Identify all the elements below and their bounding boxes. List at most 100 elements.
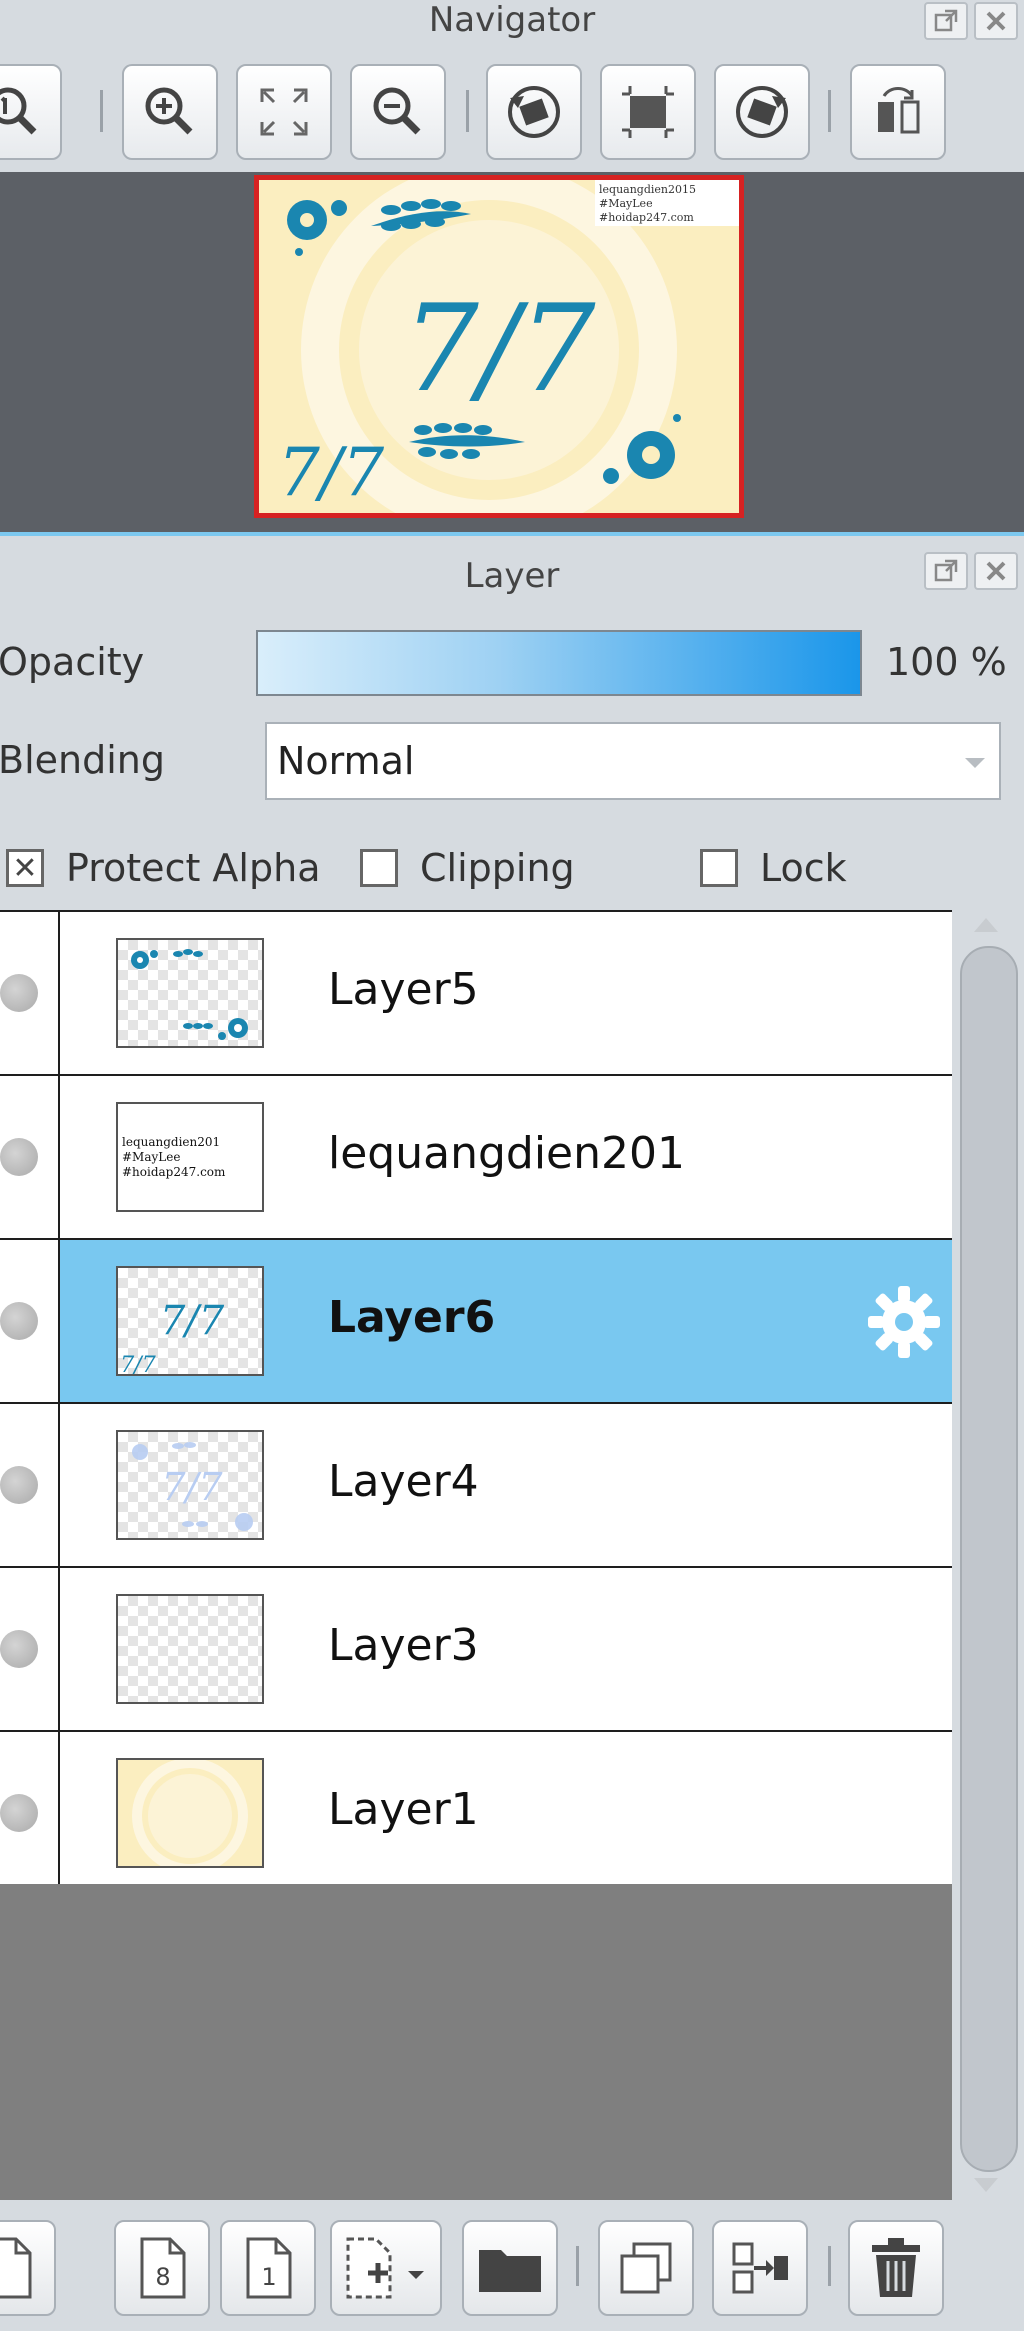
thumb-big-text: 7/7 [161,1465,223,1509]
layer-name: Layer6 [328,1292,496,1343]
gear-icon[interactable] [864,1282,944,1362]
layer-window-buttons [924,552,1018,590]
blending-select[interactable]: Normal [265,722,1001,800]
thumb-text-line: #MayLee [122,1150,180,1164]
layer-name: lequangdien201 [328,1128,685,1179]
protect-alpha-label: Protect Alpha [66,846,321,890]
layer-list-empty-area[interactable] [0,1884,952,2200]
thumb-text-line: #hoidap247.com [122,1165,226,1179]
opacity-slider[interactable] [256,630,862,696]
protect-alpha-checkbox[interactable]: ✕ Protect Alpha [6,846,320,890]
flip-horizontal-icon [878,87,920,134]
zoom-actual-icon [0,87,37,135]
close-icon[interactable] [974,2,1018,40]
blending-value: Normal [277,739,415,783]
visibility-cell[interactable] [0,1076,60,1238]
visibility-cell[interactable] [0,1404,60,1566]
rotate-left-button[interactable] [486,64,582,160]
layer-list[interactable]: Layer5 lequangdien201 #MayLee #hoidap247… [0,910,952,1884]
navigator-title: Navigator [0,0,1024,42]
toolbar-separator [828,2246,831,2286]
layer-bottom-toolbar: 8 1 [0,2200,1024,2331]
add-layer-dropdown-icon [346,2237,424,2299]
lock-checkbox[interactable]: Lock [700,846,847,890]
reset-view-icon [622,86,674,138]
toolbar-separator [100,90,103,132]
scroll-down-icon[interactable] [974,2178,998,2192]
new-folder-icon [479,2250,541,2292]
clipping-label: Clipping [420,846,575,890]
layer-list-scrollbar[interactable] [952,910,1024,2200]
layer-row-selected[interactable]: 7/7 7/7 Layer6 [0,1238,952,1402]
layer-row[interactable]: 7/7 Layer4 [0,1402,952,1566]
zoom-out-icon [373,87,421,135]
toolbar-separator [576,2246,579,2286]
visibility-toggle-icon[interactable] [0,1794,38,1832]
zoom-actual-button[interactable] [0,64,62,160]
layer-thumbnail [116,1758,264,1868]
visibility-cell[interactable] [0,912,60,1074]
visibility-toggle-icon[interactable] [0,1138,38,1176]
scroll-up-icon[interactable] [974,918,998,932]
visibility-toggle-icon[interactable] [0,974,38,1012]
canvas-preview-image: lequangdien2015 #MayLee #hoidap247.com 7… [259,180,739,513]
navigator-canvas[interactable]: lequangdien2015 #MayLee #hoidap247.com 7… [0,172,1024,532]
visibility-toggle-icon[interactable] [0,1630,38,1668]
zoom-out-button[interactable] [350,64,446,160]
preview-small-text: 7/7 [278,434,384,511]
toolbar-separator [828,90,831,132]
delete-layer-icon [872,2238,920,2297]
layer-row[interactable]: Layer3 [0,1566,952,1730]
preview-watermark-line: #MayLee [599,197,653,210]
visibility-cell[interactable] [0,1240,60,1402]
new-1bit-layer-button[interactable]: 1 [220,2220,316,2316]
layer-name: Layer1 [328,1784,479,1835]
layer-row[interactable]: Layer1 [0,1730,952,1884]
scrollbar-thumb[interactable] [960,946,1018,2172]
visibility-cell[interactable] [0,1732,60,1884]
new-folder-button[interactable] [462,2220,558,2316]
duplicate-layer-icon [620,2242,672,2294]
delete-layer-button[interactable] [848,2220,944,2316]
checkbox-icon[interactable] [360,849,398,887]
checkbox-icon[interactable] [700,849,738,887]
thumb-big-text: 7/7 [160,1298,225,1344]
layer-thumbnail [116,938,264,1048]
blending-label: Blending [0,738,165,782]
close-icon[interactable] [974,552,1018,590]
undock-icon[interactable] [924,552,968,590]
thumb-small-text: 7/7 [120,1353,155,1376]
checkbox-checked-icon[interactable]: ✕ [6,849,44,887]
new-layer-button[interactable] [0,2220,56,2316]
undock-icon[interactable] [924,2,968,40]
layer-thumbnail: lequangdien201 #MayLee #hoidap247.com [116,1102,264,1212]
rotate-right-button[interactable] [714,64,810,160]
duplicate-layer-button[interactable] [598,2220,694,2316]
layer-thumbnail: 7/7 7/7 [116,1266,264,1376]
merge-layer-button[interactable] [712,2220,808,2316]
layer-row[interactable]: lequangdien201 #MayLee #hoidap247.com le… [0,1074,952,1238]
clipping-checkbox[interactable]: Clipping [360,846,575,890]
thumb-text-line: lequangdien201 [122,1135,220,1149]
merge-layer-icon [732,2242,788,2294]
visibility-toggle-icon[interactable] [0,1302,38,1340]
button-label: 8 [155,2263,170,2291]
add-layer-dropdown-button[interactable] [330,2220,442,2316]
toolbar-separator [466,90,469,132]
chevron-down-icon [965,758,985,768]
new-8bit-layer-button[interactable]: 8 [114,2220,210,2316]
preview-watermark-line: #hoidap247.com [599,211,694,224]
zoom-in-icon [145,87,193,135]
fit-to-window-icon [260,88,308,136]
reset-view-button[interactable] [600,64,696,160]
navigator-preview[interactable]: lequangdien2015 #MayLee #hoidap247.com 7… [254,175,744,518]
fit-to-window-button[interactable] [236,64,332,160]
layer-row[interactable]: Layer5 [0,910,952,1074]
flip-horizontal-button[interactable] [850,64,946,160]
layer-name: Layer4 [328,1456,479,1507]
visibility-toggle-icon[interactable] [0,1466,38,1504]
navigator-toolbar [0,52,1024,162]
rotate-right-icon [736,86,788,138]
visibility-cell[interactable] [0,1568,60,1730]
zoom-in-button[interactable] [122,64,218,160]
